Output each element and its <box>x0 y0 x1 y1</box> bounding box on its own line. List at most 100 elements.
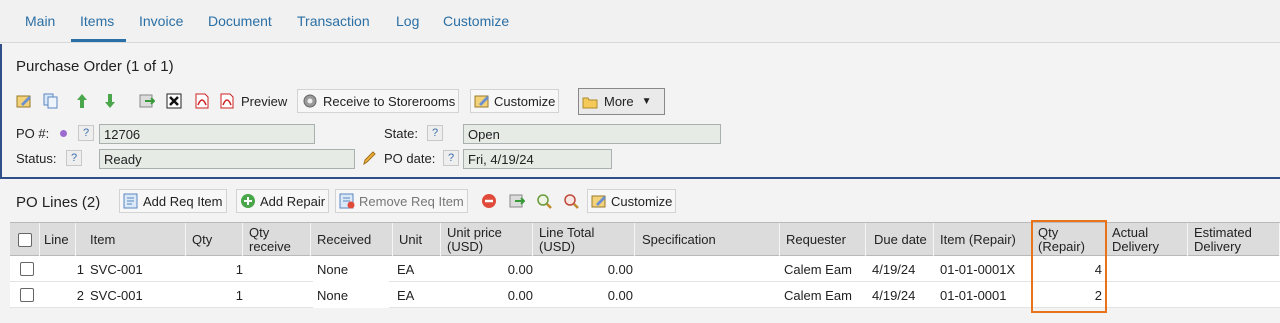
export-icon[interactable] <box>138 92 156 110</box>
cell-requester: Calem Eam <box>784 287 852 303</box>
col-qty-receive[interactable]: Qty receive <box>245 223 311 257</box>
required-dot <box>60 130 67 137</box>
po-number-field[interactable]: 12706 <box>99 124 315 144</box>
tab-transaction[interactable]: Transaction <box>297 13 370 29</box>
po-date-field[interactable]: Fri, 4/19/24 <box>463 149 612 169</box>
copy-icon[interactable] <box>42 92 60 110</box>
pdf-preview-icon <box>220 93 234 109</box>
col-unit[interactable]: Unit <box>395 223 441 257</box>
search-add-icon[interactable] <box>535 192 553 210</box>
po-date-label: PO date: <box>384 151 436 166</box>
edit-icon[interactable] <box>15 92 33 110</box>
customize-icon <box>591 195 606 208</box>
tab-main[interactable]: Main <box>25 13 55 29</box>
move-down-icon[interactable] <box>101 92 119 110</box>
pencil-icon[interactable] <box>362 150 376 169</box>
cell-unit: EA <box>397 261 415 277</box>
page-title: Purchase Order (1 of 1) <box>16 58 174 75</box>
cell-line-total: 0.00 <box>607 261 633 277</box>
cell-received[interactable]: None <box>313 256 389 282</box>
cell-item-repair: 01-01-0001X <box>940 261 1016 277</box>
delete-icon[interactable] <box>165 92 183 110</box>
col-received[interactable]: Received <box>313 223 393 257</box>
lines-customize-label: Customize <box>611 193 673 209</box>
row-checkbox[interactable] <box>20 288 34 302</box>
add-repair-button[interactable]: Add Repair <box>236 189 330 213</box>
state-field[interactable]: Open <box>463 124 721 144</box>
select-all-checkbox-cell[interactable] <box>10 223 40 257</box>
preview-label: Preview <box>241 93 288 109</box>
cell-item: SVC-001 <box>90 261 143 277</box>
col-qty[interactable]: Qty <box>188 223 243 257</box>
dropdown-arrow-icon: ▼ <box>641 96 652 107</box>
add-req-label: Add Req Item <box>143 193 223 209</box>
tab-items[interactable]: Items <box>80 13 114 29</box>
col-due-date[interactable]: Due date <box>870 223 934 257</box>
cell-requester: Calem Eam <box>784 261 852 277</box>
customize-icon <box>474 95 489 108</box>
cell-qty: 1 <box>235 261 243 277</box>
more-menu-button[interactable]: More ▼ <box>578 88 665 115</box>
select-all-checkbox[interactable] <box>17 233 32 247</box>
col-estimated-delivery[interactable]: Estimated Delivery <box>1190 223 1280 257</box>
remove-req-item-button[interactable]: Remove Req Item <box>335 189 468 213</box>
cell-due-date: 4/19/24 <box>872 261 916 277</box>
tab-document[interactable]: Document <box>208 13 272 29</box>
remove-req-label: Remove Req Item <box>359 193 464 209</box>
plus-icon <box>241 194 255 208</box>
active-tab-indicator <box>71 39 126 42</box>
col-specification[interactable]: Specification <box>637 223 780 257</box>
status-label: Status: <box>16 151 57 166</box>
help-icon[interactable]: ? <box>443 150 459 166</box>
cell-unit: EA <box>397 287 415 303</box>
move-up-icon[interactable] <box>73 92 91 110</box>
cell-line-total: 0.00 <box>607 287 633 303</box>
cell-line: 2 <box>76 287 84 303</box>
pdf-icon[interactable] <box>193 92 211 110</box>
row-checkbox[interactable] <box>20 262 34 276</box>
add-req-item-button[interactable]: Add Req Item <box>119 189 227 213</box>
help-icon[interactable]: ? <box>78 125 94 141</box>
section-divider <box>0 177 1280 179</box>
tab-customize[interactable]: Customize <box>443 13 509 29</box>
receive-to-storerooms-button[interactable]: Receive to Storerooms <box>297 89 460 113</box>
cell-unit-price: 0.00 <box>507 287 533 303</box>
add-repair-label: Add Repair <box>260 193 326 209</box>
search-remove-icon[interactable] <box>562 192 580 210</box>
remove-req-icon <box>339 193 355 209</box>
export-lines-icon[interactable] <box>508 192 526 210</box>
col-unit-price[interactable]: Unit price (USD) <box>443 223 533 257</box>
po-number-label: PO #: <box>16 126 50 141</box>
help-icon[interactable]: ? <box>66 150 82 166</box>
po-lines-title: PO Lines (2) <box>16 194 101 211</box>
col-line-total[interactable]: Line Total (USD) <box>535 223 635 257</box>
cell-item: SVC-001 <box>90 287 143 303</box>
qty-repair-highlight <box>1031 220 1107 313</box>
col-item-repair[interactable]: Item (Repair) <box>936 223 1032 257</box>
col-requester[interactable]: Requester <box>782 223 866 257</box>
status-field[interactable]: Ready <box>99 149 355 169</box>
preview-button[interactable]: Preview <box>216 89 290 113</box>
customize-button[interactable]: Customize <box>470 89 560 113</box>
tab-invoice[interactable]: Invoice <box>139 13 183 29</box>
remove-icon[interactable] <box>480 192 498 210</box>
col-line[interactable]: Line <box>40 223 76 257</box>
row-checkbox-cell[interactable] <box>20 256 34 282</box>
folder-icon <box>582 97 598 108</box>
cell-item-repair: 01-01-0001 <box>940 287 1007 303</box>
customize-label: Customize <box>494 93 556 109</box>
more-label: More <box>604 94 634 109</box>
cell-received[interactable]: None <box>313 282 389 308</box>
lines-customize-button[interactable]: Customize <box>587 189 677 213</box>
cell-line: 1 <box>76 261 84 277</box>
col-item[interactable]: Item <box>86 223 186 257</box>
state-label: State: <box>384 126 418 141</box>
tab-log[interactable]: Log <box>396 13 419 29</box>
cell-due-date: 4/19/24 <box>872 287 916 303</box>
tab-bar: Main Items Invoice Document Transaction … <box>0 0 1280 43</box>
row-checkbox-cell[interactable] <box>20 282 34 308</box>
cell-qty: 1 <box>235 287 243 303</box>
col-actual-delivery[interactable]: Actual Delivery <box>1108 223 1188 257</box>
panel-edge <box>0 44 4 179</box>
help-icon[interactable]: ? <box>427 125 443 141</box>
